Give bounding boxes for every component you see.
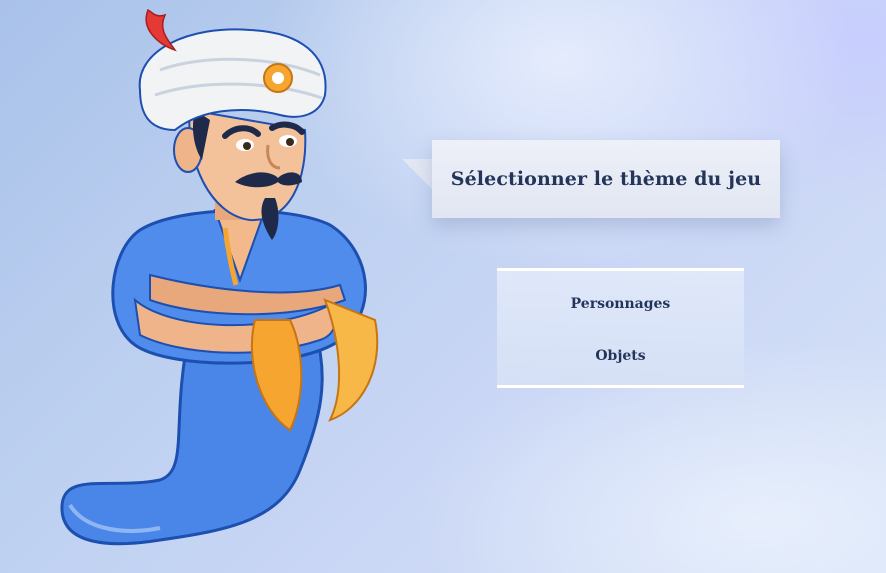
genie-feather <box>145 8 177 52</box>
menu-item-objets[interactable]: Objets <box>497 348 744 364</box>
menu-item-personnages[interactable]: Personnages <box>497 296 744 312</box>
theme-menu: Personnages Objets <box>497 268 744 388</box>
speech-bubble: Sélectionner le thème du jeu <box>402 140 780 218</box>
speech-text: Sélectionner le thème du jeu <box>450 168 762 190</box>
genie-character-illustration <box>60 8 379 546</box>
genie-right-cuff <box>323 298 379 422</box>
speech-bubble-tail <box>402 159 432 189</box>
speech-bubble-box: Sélectionner le thème du jeu <box>432 140 780 218</box>
